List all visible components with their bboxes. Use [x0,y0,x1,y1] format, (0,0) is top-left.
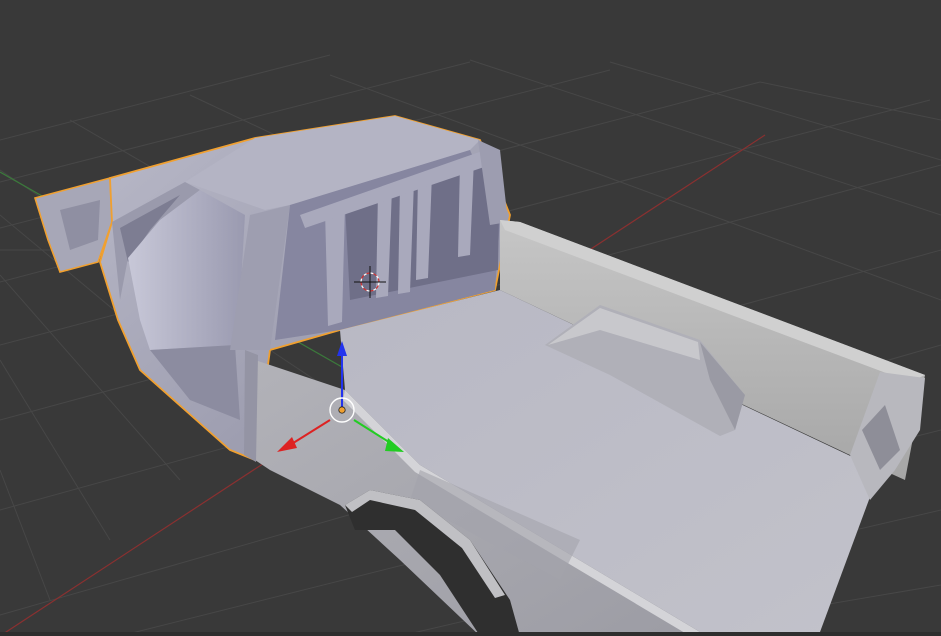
3d-viewport[interactable] [0,0,941,636]
viewport-bottom-edge [0,632,941,636]
viewport-canvas[interactable] [0,0,941,636]
truck-model[interactable] [33,115,925,636]
object-origin-icon [338,406,346,414]
